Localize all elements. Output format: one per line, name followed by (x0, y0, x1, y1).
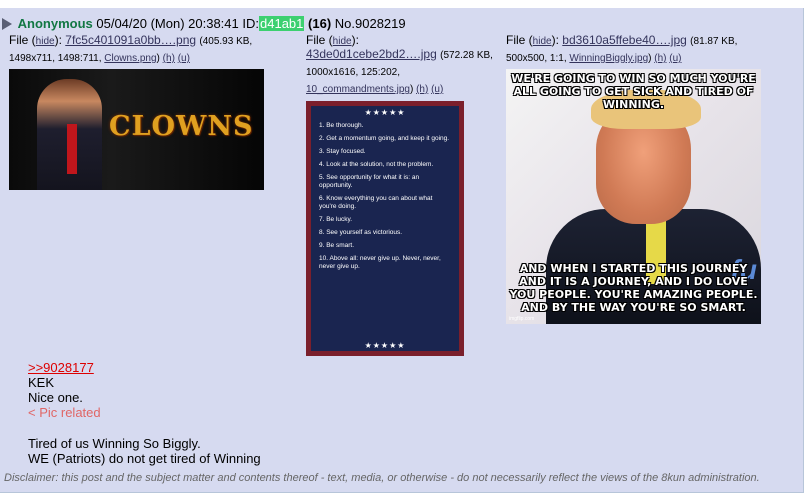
original-filename-link[interactable]: WinningBiggly.jpg (569, 53, 648, 64)
commandment-item: 1. Be thorough. (319, 122, 364, 129)
body-line: Tired of us Winning So Biggly. (28, 436, 201, 451)
u-link[interactable]: (u) (178, 53, 190, 64)
id-label: ID: (242, 16, 260, 32)
commandments-thumbnail[interactable]: ★★★★★ 1. Be thorough. 2. Get a momentum … (306, 101, 464, 356)
h-link[interactable]: (h) (416, 84, 428, 95)
poster-id[interactable]: d41ab1 (259, 16, 305, 32)
greentext-line: < Pic related (28, 405, 101, 420)
u-link[interactable]: (u) (431, 84, 443, 95)
file-info-3: File (hide): bd3610a5ffebe40….jpg (81.87… (506, 33, 738, 64)
hide-link[interactable]: hide (333, 36, 352, 47)
u-link[interactable]: (u) (669, 53, 681, 64)
watermark: imgflip.com (509, 316, 535, 322)
hide-link[interactable]: hide (36, 36, 55, 47)
body-line: Nice one. (28, 390, 83, 405)
post-count: (16) (308, 16, 332, 32)
clowns-text: CLOWNS (109, 111, 254, 142)
clowns-thumbnail[interactable]: CLOWNS (9, 69, 264, 190)
meme-top-caption: WE'RE GOING TO WIN SO MUCH YOU'RE ALL GO… (511, 72, 756, 111)
hide-link[interactable]: hide (533, 36, 552, 47)
commandment-item: 2. Get a momentum going, and keep it goi… (319, 135, 450, 142)
red-tie (67, 124, 77, 174)
h-link[interactable]: (h) (654, 53, 666, 64)
commandment-item: 4. Look at the solution, not the problem… (319, 161, 434, 168)
commandment-item: 6. Know everything you can about what yo… (319, 195, 433, 210)
stars-bottom-icon: ★★★★★ (364, 341, 406, 350)
quote-link[interactable]: >>9028177 (28, 360, 94, 375)
stars-top-icon: ★★★★★ (364, 108, 406, 117)
post-number[interactable]: No.9028219 (335, 16, 406, 31)
file-link[interactable]: 43de0d1cebe2bd2….jpg (306, 47, 437, 61)
commandments-panel: ★★★★★ 1. Be thorough. 2. Get a momentum … (311, 106, 459, 351)
body-line: WE (Patriots) do not get tired of Winnin… (28, 451, 261, 466)
winning-meme-thumbnail[interactable]: fu WE'RE GOING TO WIN SO MUCH YOU'RE ALL… (506, 69, 761, 324)
commandment-item: 5. See opportunity for what it is: an op… (319, 174, 420, 189)
commandment-item: 7. Be lucky. (319, 216, 353, 223)
commandment-item: 3. Stay focused. (319, 148, 366, 155)
file-info-2: File (hide): 43de0d1cebe2bd2….jpg (572.2… (306, 33, 493, 95)
commandment-item: 8. See yourself as victorious. (319, 229, 403, 236)
original-filename-link[interactable]: 10_commandments.jpg (306, 84, 410, 95)
file-info-1: File (hide): 7fc5c401091a0bb….png (405.9… (9, 33, 253, 64)
disclaimer: Disclaimer: this post and the subject ma… (4, 472, 760, 484)
commandment-item: 10. Above all: never give up. Never, nev… (319, 255, 441, 270)
commandment-item: 9. Be smart. (319, 242, 355, 249)
h-link[interactable]: (h) (163, 53, 175, 64)
file-link[interactable]: bd3610a5ffebe40….jpg (562, 33, 687, 47)
post-body: >>9028177 KEK Nice one. < Pic related Ti… (28, 360, 261, 466)
meme-bottom-caption: AND WHEN I STARTED THIS JOURNEY AND IT I… (509, 262, 758, 314)
post: Anonymous 05/04/20 (Mon) 20:38:41 ID:d41… (0, 8, 804, 493)
poster-name: Anonymous (17, 16, 93, 32)
body-line: KEK (28, 375, 55, 390)
original-filename-link[interactable]: Clowns.png (104, 53, 156, 64)
file-link[interactable]: 7fc5c401091a0bb….png (65, 33, 196, 47)
post-date: 05/04/20 (Mon) 20:38:41 (96, 16, 239, 32)
post-header: Anonymous 05/04/20 (Mon) 20:38:41 ID:d41… (2, 15, 406, 32)
post-menu-triangle-icon[interactable] (2, 17, 12, 30)
